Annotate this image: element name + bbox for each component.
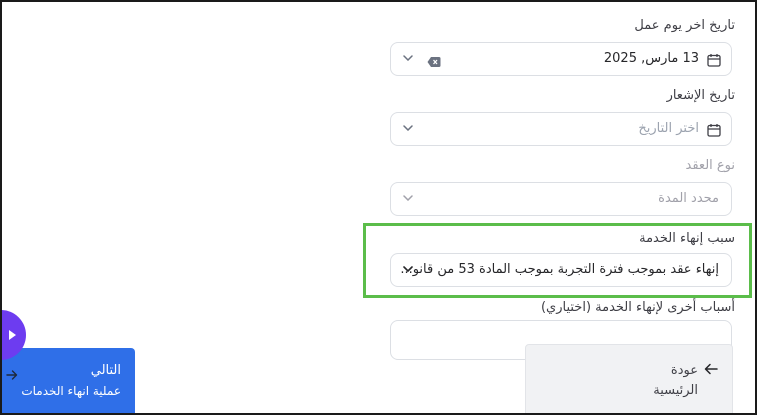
home-button-line1: عودة bbox=[670, 363, 698, 378]
notice-date-picker[interactable]: اختر التاريخ bbox=[390, 112, 732, 146]
termination-reason-label: سبب إنهاء الخدمة bbox=[639, 231, 735, 246]
arrow-right-icon bbox=[6, 365, 18, 380]
calendar-icon bbox=[707, 122, 721, 137]
chevron-down-icon[interactable] bbox=[401, 121, 415, 135]
home-button-line2: الرئيسية bbox=[653, 383, 698, 398]
next-button-title: التالي bbox=[90, 363, 121, 378]
next-button-subtitle: عملية انهاء الخدمات bbox=[21, 384, 121, 398]
other-reasons-label: أسباب أخرى لإنهاء الخدمة (اختياري) bbox=[540, 300, 735, 315]
contract-type-label: نوع العقد bbox=[685, 158, 735, 173]
last-work-day-value: 13 مارس, 2025 bbox=[603, 51, 699, 66]
clear-icon[interactable] bbox=[427, 53, 441, 67]
chevron-down-icon[interactable] bbox=[401, 51, 415, 65]
notice-date-label: تاريخ الإشعار bbox=[666, 88, 735, 103]
arrow-left-icon bbox=[704, 360, 718, 375]
last-work-day-label: تاريخ اخر يوم عمل bbox=[634, 18, 735, 33]
calendar-icon bbox=[707, 52, 721, 67]
back-to-home-button[interactable]: عودة الرئيسية bbox=[525, 344, 733, 413]
termination-reason-select[interactable]: إنهاء عقد بموجب فترة التجربة بموجب الماد… bbox=[390, 253, 732, 287]
last-work-day-picker[interactable]: 13 مارس, 2025 bbox=[390, 42, 732, 76]
notice-date-placeholder: اختر التاريخ bbox=[638, 121, 699, 136]
contract-type-value: محدد المدة bbox=[658, 191, 719, 206]
contract-type-select: محدد المدة bbox=[390, 182, 732, 216]
play-icon bbox=[9, 330, 16, 340]
termination-reason-value: إنهاء عقد بموجب فترة التجربة بموجب الماد… bbox=[400, 262, 719, 277]
next-button[interactable]: التالي عملية انهاء الخدمات bbox=[2, 348, 135, 413]
chevron-down-icon bbox=[401, 191, 415, 205]
window-frame: تاريخ اخر يوم عمل 13 مارس, 2025 تاريخ ال… bbox=[0, 0, 757, 415]
